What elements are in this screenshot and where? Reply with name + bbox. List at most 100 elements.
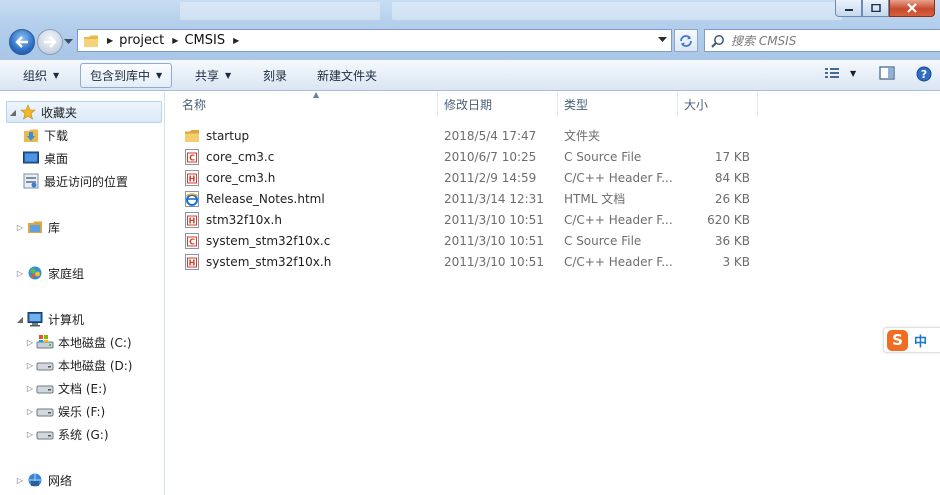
ime-indicator[interactable]: S 中 [883,327,940,353]
sidebar-item-downloads[interactable]: 下载 [22,124,68,146]
search-box[interactable] [704,29,940,52]
address-bar[interactable]: ▶ project ▶ CMSIS ▶ [77,29,672,52]
new-folder-button[interactable]: 新建文件夹 [308,63,386,88]
recent-pages-dropdown[interactable] [64,39,73,45]
collapsed-arrow-icon[interactable]: ▷ [24,384,36,393]
collapsed-arrow-icon[interactable]: ▷ [24,361,36,370]
system-drive-icon [36,334,54,350]
table-row[interactable]: Release_Notes.html 2011/3/14 12:31 HTML 文档… [176,188,776,209]
breadcrumb-separator[interactable]: ▶ [172,36,178,45]
svg-text:C: C [189,237,195,246]
table-row[interactable]: Hstm32f10x.h 2011/3/10 10:51 C/C++ Header … [176,209,776,230]
preview-pane-button[interactable] [879,66,895,80]
collapsed-arrow-icon[interactable]: ▷ [14,223,26,232]
file-modified-cell: 2011/3/10 10:51 [444,254,544,269]
collapsed-arrow-icon[interactable]: ▷ [14,476,26,485]
sidebar-item-libraries[interactable]: ▷ 库 [14,216,60,238]
sidebar-item-recent-places[interactable]: 最近访问的位置 [22,170,128,192]
computer-icon [26,311,44,327]
sidebar-item-drive-g[interactable]: ▷ 系统 (G:) [24,423,109,445]
expanded-arrow-icon[interactable]: ◢ [7,108,19,117]
file-size-cell: 3 KB [722,254,750,269]
include-in-library-button[interactable]: 包含到库中 ▼ [80,63,173,88]
minimize-button[interactable] [835,0,862,17]
file-name-cell[interactable]: Ccore_cm3.c [184,146,274,167]
file-size-cell [684,125,750,146]
back-button[interactable] [9,29,35,55]
sidebar-item-drive-d[interactable]: ▷ 本地磁盘 (D:) [24,354,133,376]
sidebar-item-drive-e[interactable]: ▷ 文档 (E:) [24,377,107,399]
file-name-cell[interactable]: Hstm32f10x.h [184,209,282,230]
file-modified-cell: 2018/5/4 17:47 [444,128,537,143]
table-row[interactable]: Hsystem_stm32f10x.h 2011/3/10 10:51 C/C++ … [176,251,776,272]
sidebar-item-label: 计算机 [48,312,85,327]
column-header-name[interactable]: 名称 ▲ [176,90,438,116]
table-row[interactable]: Hcore_cm3.h 2011/2/9 14:59 C/C++ Header F.… [176,167,776,188]
forward-button[interactable] [37,29,63,55]
column-header-type[interactable]: 类型 [558,92,678,116]
chevron-down-icon: ▼ [850,68,857,78]
file-modified-cell: 2011/3/14 12:31 [444,191,544,206]
folder-icon [184,128,200,144]
file-size-cell: 26 KB [714,191,750,206]
window-controls [835,0,935,17]
sidebar-item-drive-c[interactable]: ▷ 本地磁盘 (C:) [24,331,132,353]
view-list-icon [825,68,839,78]
sidebar-item-favorites[interactable]: ◢ 收藏夹 [6,101,162,123]
breadcrumb-project[interactable]: project [119,33,164,48]
h-file-icon: H [184,211,200,228]
file-name-cell[interactable]: Hcore_cm3.h [184,167,275,188]
breadcrumb-cmsis[interactable]: CMSIS [184,33,225,48]
file-name-cell[interactable]: startup [184,125,249,146]
file-size-cell: 84 KB [714,170,750,185]
collapsed-arrow-icon[interactable]: ▷ [24,338,36,347]
organize-button[interactable]: 组织 ▼ [14,63,68,88]
sidebar-item-label: 网络 [48,473,73,488]
drive-icon [36,403,54,419]
close-button[interactable] [889,0,935,17]
close-icon [907,3,917,13]
breadcrumb-separator[interactable]: ▶ [107,36,113,45]
column-header-size[interactable]: 大小 [678,92,758,116]
help-button[interactable]: ? [916,66,932,82]
library-icon [26,219,44,235]
table-row[interactable]: Csystem_stm32f10x.c 2011/3/10 10:51 C Sour… [176,230,776,251]
sidebar-item-label: 本地磁盘 (D:) [58,358,133,373]
view-options-button[interactable]: ▼ [824,66,856,80]
burn-button[interactable]: 刻录 [254,63,296,88]
share-button[interactable]: 共享 ▼ [186,63,240,88]
c-file-icon: C [184,232,200,249]
sidebar-item-desktop[interactable]: 桌面 [22,147,68,169]
search-input[interactable] [731,33,931,48]
table-row[interactable]: Ccore_cm3.c 2010/6/7 10:25 C Source File 17… [176,146,776,167]
sogou-logo-icon: S [887,329,908,351]
address-history-dropdown[interactable] [658,37,667,43]
file-name-cell[interactable]: Hsystem_stm32f10x.h [184,251,331,272]
refresh-button[interactable] [674,29,698,52]
file-name: system_stm32f10x.c [206,233,331,248]
collapsed-arrow-icon[interactable]: ▷ [14,269,26,278]
chevron-down-icon: ▼ [53,71,60,80]
column-header-modified[interactable]: 修改日期 [438,92,558,116]
file-size-cell: 620 KB [707,212,750,227]
file-type-cell: C Source File [564,149,642,164]
arrow-left-icon [15,36,28,48]
star-icon [19,104,37,120]
expanded-arrow-icon[interactable]: ◢ [14,315,26,324]
title-bar[interactable] [0,0,940,22]
file-name: core_cm3.h [206,170,276,185]
breadcrumb-separator[interactable]: ▶ [233,36,239,45]
maximize-button[interactable] [862,0,889,17]
collapsed-arrow-icon[interactable]: ▷ [24,430,36,439]
file-name-cell[interactable]: Release_Notes.html [184,188,325,209]
sidebar-item-homegroup[interactable]: ▷ 家庭组 [14,262,84,284]
file-name-cell[interactable]: Csystem_stm32f10x.c [184,230,330,251]
background-ghost [392,2,842,20]
collapsed-arrow-icon[interactable]: ▷ [24,407,36,416]
sidebar-item-network[interactable]: ▷ 网络 [14,469,72,491]
table-row[interactable]: startup 2018/5/4 17:47 文件夹 [176,125,776,146]
sidebar-item-drive-f[interactable]: ▷ 娱乐 (F:) [24,400,105,422]
sidebar-item-computer[interactable]: ◢ 计算机 [14,308,84,330]
download-folder-icon [22,127,40,143]
file-type-cell: C/C++ Header F... [564,254,673,269]
